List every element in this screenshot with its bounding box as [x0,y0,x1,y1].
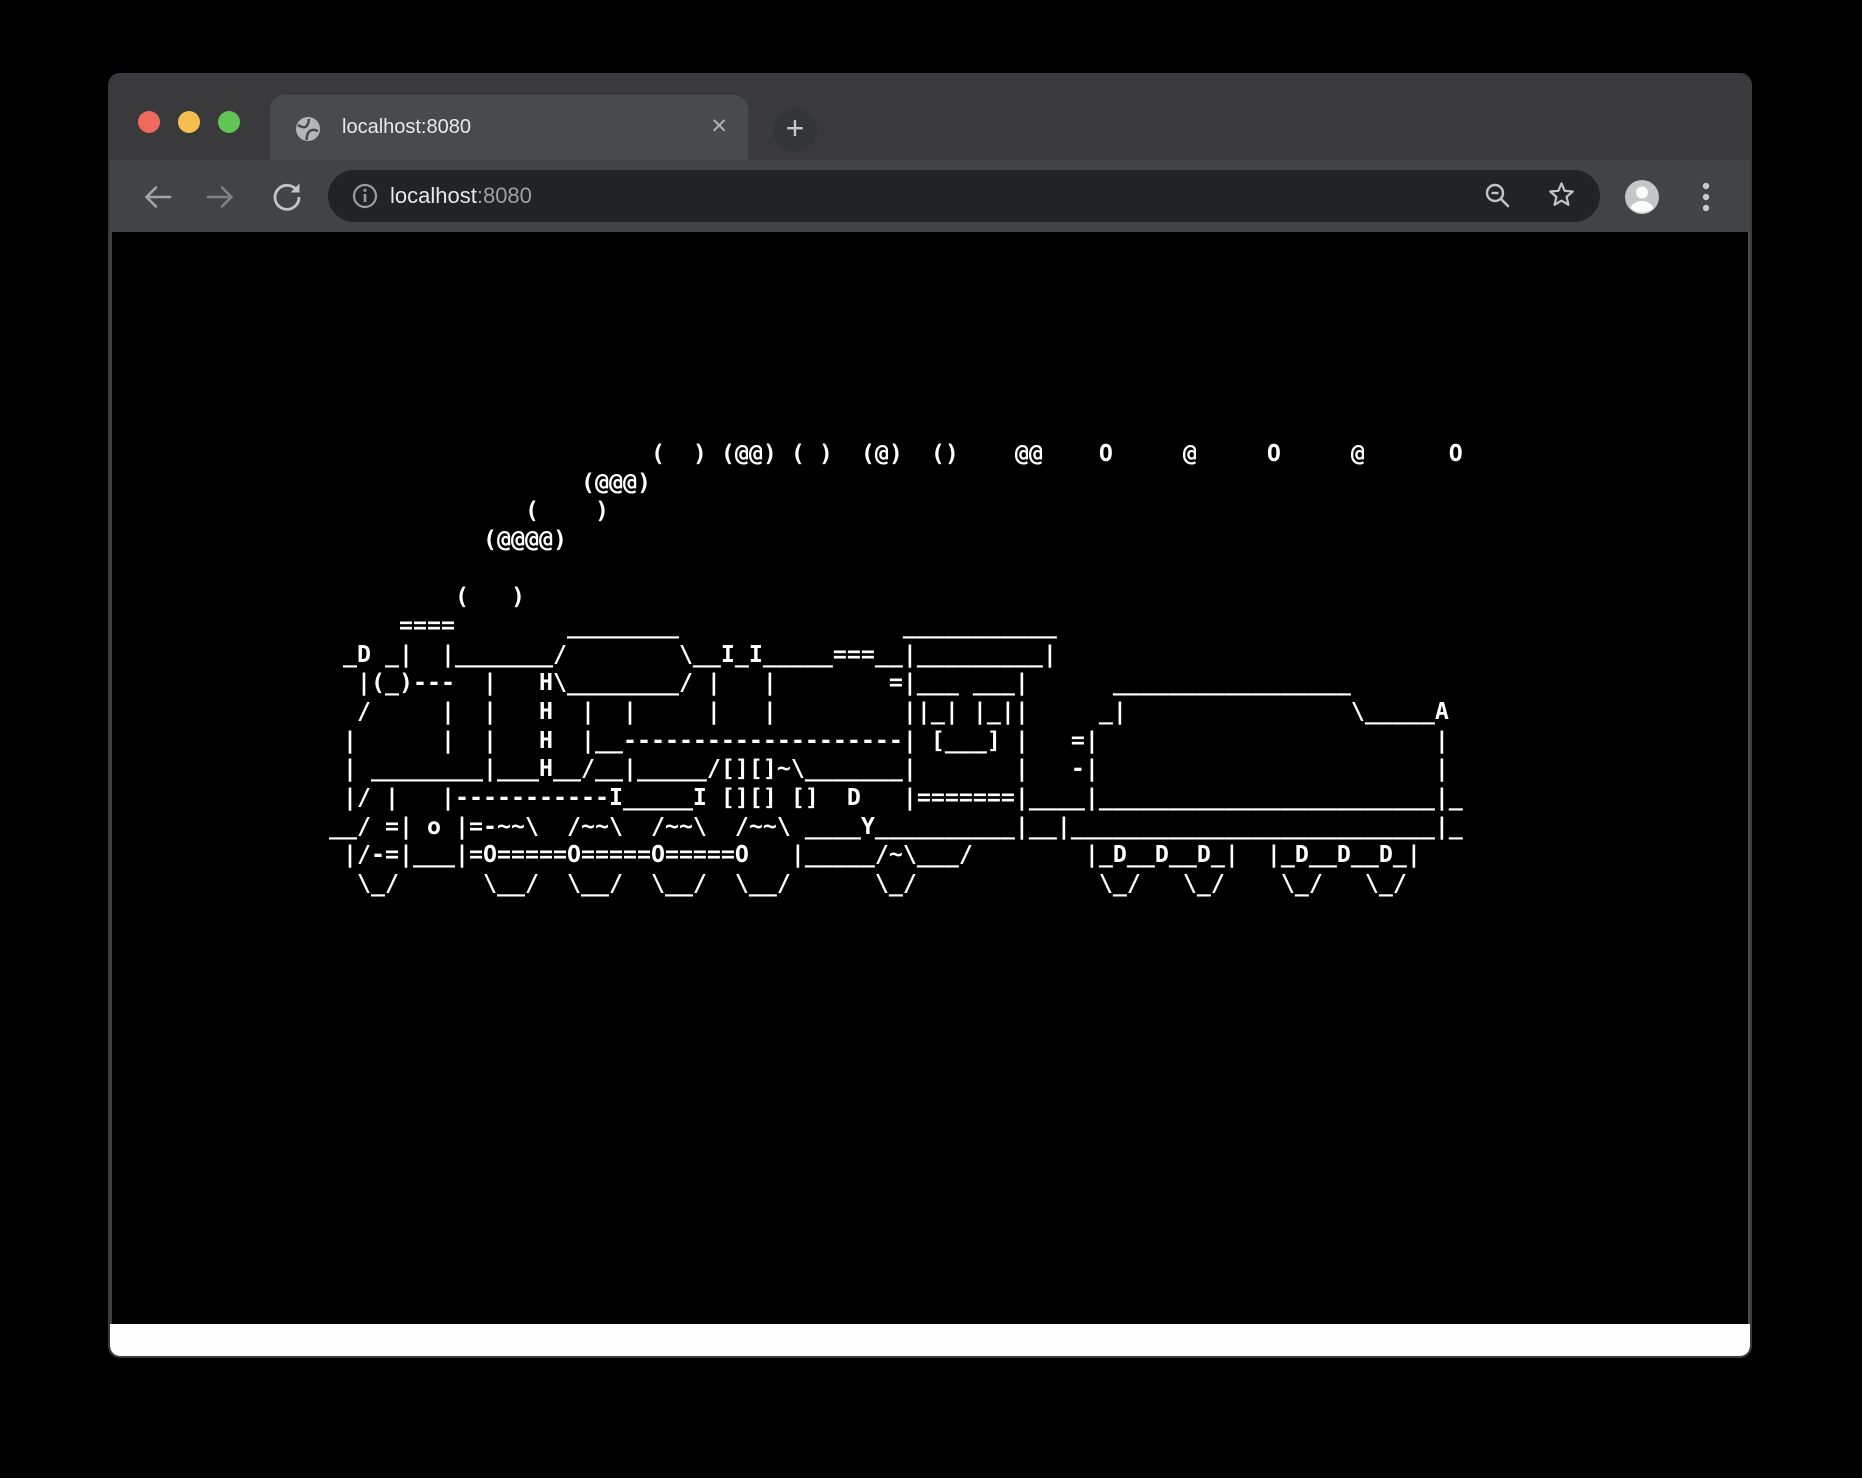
tab-localhost[interactable]: localhost:8080 ✕ [270,95,748,160]
maximize-window-button[interactable] [218,111,240,133]
close-tab-icon[interactable]: ✕ [710,95,728,160]
toolbar: localhost:8080 [110,160,1750,232]
magnifier-minus-icon[interactable] [1482,180,1514,212]
tab-title: localhost:8080 [342,95,471,160]
screenshot-root: localhost:8080 ✕ + [0,0,1862,1478]
three-dot-menu-icon[interactable] [1698,179,1714,215]
url-text[interactable]: localhost:8080 [390,170,532,222]
url-host: localhost [390,183,477,208]
globe-icon [294,115,322,143]
horizontal-scrollbar[interactable] [110,1324,1750,1356]
avatar-icon[interactable] [1624,179,1660,215]
address-bar[interactable]: localhost:8080 [328,170,1600,222]
page-viewport: ( ) (@@) ( ) (@) () @@ O @ O @ O (@@@) (… [110,232,1750,1324]
ascii-train-art: ( ) (@@) ( ) (@) () @@ O @ O @ O (@@@) (… [315,440,1463,899]
url-port: :8080 [477,183,532,208]
forward-icon[interactable] [201,178,239,216]
close-window-button[interactable] [138,111,160,133]
minimize-window-button[interactable] [178,111,200,133]
browser-window: localhost:8080 ✕ + [110,75,1750,1356]
tab-strip: localhost:8080 ✕ + [110,75,1750,160]
new-tab-button[interactable]: + [773,108,817,152]
star-icon[interactable] [1545,179,1578,212]
info-icon[interactable] [350,181,380,211]
back-icon[interactable] [139,178,177,216]
reload-icon[interactable] [268,178,306,216]
